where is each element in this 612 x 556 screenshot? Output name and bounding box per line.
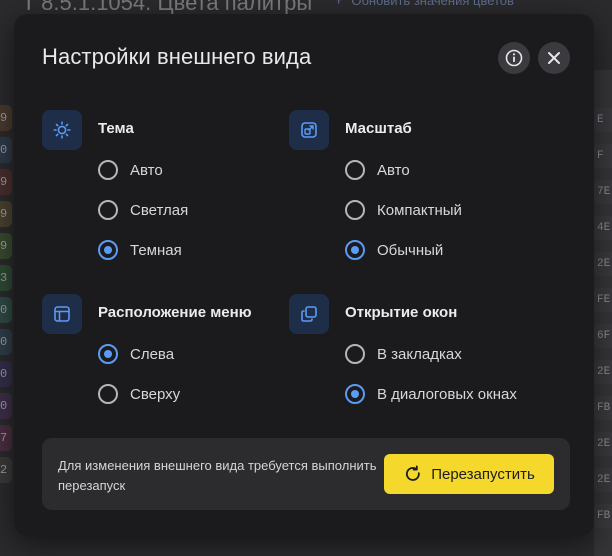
background-color-value: 2E <box>594 432 612 456</box>
background-color-value: 7E <box>594 180 612 204</box>
background-color-chip: 9 <box>0 169 12 195</box>
plus-icon: + <box>334 0 344 9</box>
background-color-chip: 3 <box>0 265 12 291</box>
background-color-value: FB <box>594 504 612 528</box>
background-color-value: E <box>594 108 612 132</box>
theme-option-light[interactable]: Светлая <box>98 197 188 223</box>
update-colors-link[interactable]: + Обновить значения цветов <box>334 0 514 10</box>
window-opening-title: Открытие окон <box>345 304 458 321</box>
background-color-chip: 0 <box>0 329 12 355</box>
scale-compact-label: Компактный <box>377 201 462 219</box>
theme-option-auto[interactable]: Авто <box>98 157 163 183</box>
scale-normal-label: Обычный <box>377 241 444 259</box>
menu-top-radio[interactable] <box>98 384 118 404</box>
background-color-value: 4E <box>594 216 612 240</box>
windows-option-tabs[interactable]: В закладках <box>345 341 462 367</box>
menu-option-left[interactable]: Слева <box>98 341 174 367</box>
windows-tabs-radio[interactable] <box>345 344 365 364</box>
menu-top-label: Сверху <box>130 385 181 403</box>
background-header: T 8.5.1.1054. Цвета палитры + Обновить зн… <box>0 0 612 14</box>
info-button[interactable] <box>498 42 530 74</box>
scale-option-compact[interactable]: Компактный <box>345 197 462 223</box>
restart-icon <box>406 465 420 481</box>
background-color-chip: 2 <box>0 457 12 483</box>
theme-light-radio[interactable] <box>98 200 118 220</box>
appearance-settings-dialog: Настройки внешнего вида Тема Авто Светла… <box>14 14 594 536</box>
background-color-chip: 7 <box>0 425 12 451</box>
menu-position-icon-box <box>42 294 82 334</box>
menu-left-label: Слева <box>130 345 175 363</box>
theme-light-label: Светлая <box>130 201 189 219</box>
theme-dark-label: Темная <box>130 241 182 259</box>
background-color-chip: 0 <box>0 393 12 419</box>
background-color-chip: 9 <box>0 105 12 131</box>
restart-button-label: Перезапустить <box>431 465 535 483</box>
theme-auto-radio[interactable] <box>98 160 118 180</box>
windows-dialogs-radio[interactable] <box>345 384 365 404</box>
theme-title: Тема <box>98 120 134 137</box>
menu-option-top[interactable]: Сверху <box>98 381 180 407</box>
background-page-title: T 8.5.1.1054. Цвета палитры <box>22 0 313 14</box>
background-color-value: 2E <box>594 360 612 384</box>
restart-button[interactable]: Перезапустить <box>384 454 554 494</box>
close-button[interactable] <box>538 42 570 74</box>
windows-tabs-label: В закладках <box>377 345 462 363</box>
restart-notice: Для изменения внешнего вида требуется вы… <box>42 438 570 510</box>
theme-auto-label: Авто <box>130 161 163 179</box>
windows-icon <box>301 306 317 322</box>
theme-icon-box <box>42 110 82 150</box>
scale-option-normal[interactable]: Обычный <box>345 237 443 263</box>
scale-compact-radio[interactable] <box>345 200 365 220</box>
background-color-chip: 0 <box>0 361 12 387</box>
scale-icon-box <box>289 110 329 150</box>
background-color-chip: 0 <box>0 297 12 323</box>
background-color-value: F <box>594 144 612 168</box>
background-color-chip: 9 <box>0 201 12 227</box>
update-colors-label: Обновить значения цветов <box>351 0 514 8</box>
sun-icon <box>53 121 71 139</box>
background-color-chip: 0 <box>0 137 12 163</box>
windows-dialogs-label: В диалоговых окнах <box>377 385 517 403</box>
background-color-value: FE <box>594 288 612 312</box>
scale-option-auto[interactable]: Авто <box>345 157 410 183</box>
scale-normal-radio[interactable] <box>345 240 365 260</box>
theme-dark-radio[interactable] <box>98 240 118 260</box>
windows-option-dialogs[interactable]: В диалоговых окнах <box>345 381 517 407</box>
menu-position-title: Расположение меню <box>98 304 252 321</box>
background-color-value: 6F <box>594 324 612 348</box>
restart-notice-text: Для изменения внешнего вида требуется вы… <box>58 458 377 493</box>
scale-auto-label: Авто <box>377 161 410 179</box>
scale-auto-radio[interactable] <box>345 160 365 180</box>
window-opening-icon-box <box>289 294 329 334</box>
close-icon <box>548 52 560 64</box>
background-color-value: FB <box>594 396 612 420</box>
info-icon <box>505 49 523 67</box>
dialog-title: Настройки внешнего вида <box>42 44 312 69</box>
layout-icon <box>54 306 70 322</box>
background-color-chip: 9 <box>0 233 12 259</box>
background-color-value: 2E <box>594 252 612 276</box>
menu-left-radio[interactable] <box>98 344 118 364</box>
scale-icon <box>301 122 317 138</box>
background-color-value: 2E <box>594 468 612 492</box>
scale-title: Масштаб <box>345 120 412 137</box>
theme-option-dark[interactable]: Темная <box>98 237 182 263</box>
